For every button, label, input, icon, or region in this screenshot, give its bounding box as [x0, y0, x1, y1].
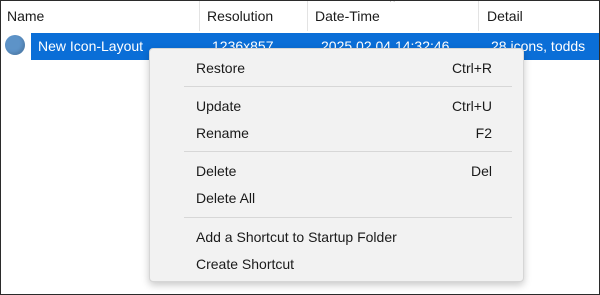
column-header-name[interactable]: Name: [1, 1, 199, 31]
menu-item-shortcut: Del: [470, 163, 492, 179]
menu-item-label: Update: [196, 98, 242, 114]
menu-separator: [184, 86, 512, 87]
column-divider[interactable]: [307, 1, 308, 31]
menu-item-shortcut: Ctrl+U: [451, 98, 492, 114]
menu-item-update[interactable]: Update Ctrl+U: [150, 93, 523, 119]
menu-item-label: Rename: [196, 125, 249, 141]
menu-item-delete-all[interactable]: Delete All: [150, 185, 523, 211]
column-header-bar: Name Resolution Date-Time Detail ^: [1, 1, 599, 31]
context-menu: Restore Ctrl+R Update Ctrl+U Rename F2 D…: [149, 48, 524, 282]
column-divider[interactable]: [478, 1, 479, 31]
sort-arrow-icon: ^: [390, 0, 395, 8]
menu-item-restore[interactable]: Restore Ctrl+R: [150, 55, 523, 81]
menu-item-label: Add a Shortcut to Startup Folder: [196, 229, 397, 245]
menu-item-add-startup-shortcut[interactable]: Add a Shortcut to Startup Folder: [150, 224, 523, 250]
menu-item-label: Delete All: [196, 190, 256, 206]
menu-separator: [184, 217, 512, 218]
circle-icon: [5, 35, 25, 55]
column-header-resolution[interactable]: Resolution: [201, 1, 307, 31]
column-header-detail[interactable]: Detail: [481, 1, 599, 31]
list-view: Name Resolution Date-Time Detail ^ New I…: [0, 0, 600, 295]
menu-separator: [184, 151, 512, 152]
menu-item-label: Delete: [196, 163, 237, 179]
menu-item-delete[interactable]: Delete Del: [150, 158, 523, 184]
menu-item-shortcut: Ctrl+R: [451, 60, 492, 76]
menu-item-label: Create Shortcut: [196, 256, 295, 272]
menu-item-rename[interactable]: Rename F2: [150, 120, 523, 146]
menu-item-shortcut: F2: [475, 125, 492, 141]
menu-item-label: Restore: [196, 60, 246, 76]
column-divider[interactable]: [199, 1, 200, 31]
menu-item-create-shortcut[interactable]: Create Shortcut: [150, 251, 523, 277]
